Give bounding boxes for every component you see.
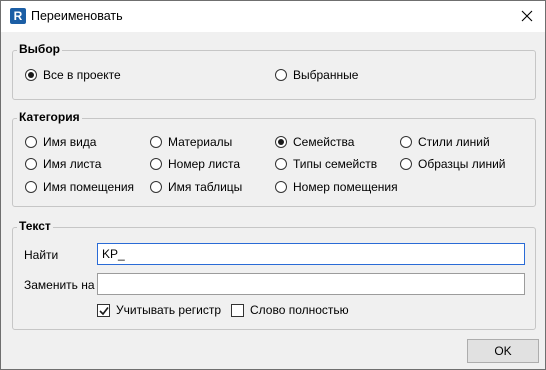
category-group-title: Категория [17,110,82,124]
radio-label: Имя листа [43,157,102,171]
revit-app-icon: R [10,8,26,24]
radio-label: Номер листа [168,157,241,171]
checkmark-icon [99,306,109,315]
radio-label: Образцы линий [418,157,506,171]
radio-label: Номер помещения [293,180,398,194]
radio-line-patterns[interactable]: Образцы линий [400,157,506,171]
selection-group: Выбор Все в проекте Выбранные [12,42,536,100]
match-case-checkbox[interactable]: Учитывать регистр [97,303,221,317]
whole-word-checkbox[interactable]: Слово полностью [231,303,349,317]
radio-label: Выбранные [293,68,359,82]
radio-materials[interactable]: Материалы [150,135,232,149]
radio-indicator [275,158,287,170]
radio-indicator [275,136,287,148]
radio-indicator [275,69,287,81]
radio-label: Все в проекте [43,68,121,82]
checkbox-label: Учитывать регистр [116,303,222,317]
close-button[interactable] [509,1,545,31]
radio-all-in-project[interactable]: Все в проекте [25,68,121,82]
radio-line-styles[interactable]: Стили линий [400,135,490,149]
radio-indicator [150,136,162,148]
radio-label: Семейства [293,135,355,149]
checkbox-indicator [231,303,244,317]
radio-label: Имя вида [43,135,97,149]
text-group: Текст Найти KP_ Заменить на Учитывать ре… [12,219,536,330]
radio-label: Имя помещения [43,180,135,194]
title-bar: R Переименовать [1,1,545,32]
radio-indicator [400,136,412,148]
radio-selected[interactable]: Выбранные [275,68,358,82]
radio-schedule-name[interactable]: Имя таблицы [150,180,242,194]
radio-room-number[interactable]: Номер помещения [275,180,398,194]
radio-sheet-name[interactable]: Имя листа [25,157,101,171]
radio-indicator [400,158,412,170]
radio-label: Стили линий [418,135,490,149]
radio-indicator [25,158,37,170]
replace-input[interactable] [97,273,525,295]
radio-indicator [275,181,287,193]
ok-button[interactable]: OK [467,339,539,363]
checkbox-indicator [97,303,110,317]
radio-sheet-number[interactable]: Номер листа [150,157,240,171]
window-title: Переименовать [31,9,123,23]
radio-indicator [150,158,162,170]
radio-indicator [25,136,37,148]
radio-indicator [25,181,37,193]
radio-indicator [25,69,37,81]
radio-room-name[interactable]: Имя помещения [25,180,134,194]
radio-label: Типы семейств [293,157,378,171]
radio-indicator [150,181,162,193]
radio-label: Материалы [168,135,233,149]
radio-view-name[interactable]: Имя вида [25,135,96,149]
radio-family-types[interactable]: Типы семейств [275,157,377,171]
close-icon [521,10,533,22]
radio-label: Имя таблицы [168,180,243,194]
replace-label: Заменить на [24,278,95,292]
radio-families[interactable]: Семейства [275,135,354,149]
find-label: Найти [24,248,59,262]
rename-dialog: R Переименовать Выбор Все в проекте Выбр… [0,0,546,370]
text-group-title: Текст [17,219,53,233]
selection-group-title: Выбор [17,42,62,56]
find-input[interactable]: KP_ [97,243,525,265]
category-group: Категория Имя вида Материалы Семейства С… [12,110,536,207]
checkbox-label: Слово полностью [250,303,349,317]
